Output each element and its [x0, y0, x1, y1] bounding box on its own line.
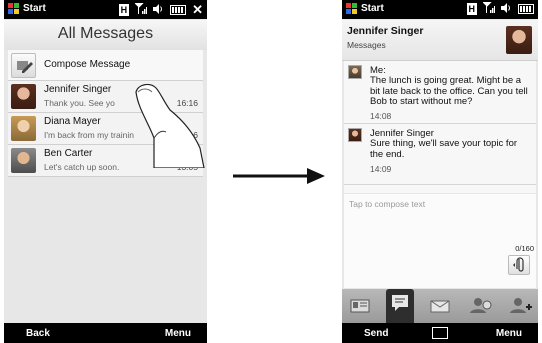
avatar [11, 148, 36, 173]
thread-name: Diana Mayer [44, 116, 101, 127]
transition-arrow-icon [233, 168, 325, 184]
message-bubble-icon [392, 295, 408, 311]
menu-softkey[interactable]: Menu [165, 328, 191, 339]
compose-message-label: Compose Message [44, 59, 131, 70]
close-icon[interactable]: ✕ [192, 2, 203, 18]
battery-icon [518, 4, 534, 14]
signal-icon [481, 1, 495, 16]
contact-header: Jennifer Singer Messages [342, 20, 538, 61]
start-label: Start [361, 3, 384, 14]
paperclip-icon [513, 257, 524, 272]
volume-icon [501, 2, 512, 16]
tab-add-contact[interactable] [506, 293, 534, 319]
start-button[interactable]: Start [346, 3, 384, 14]
tab-contact-card[interactable] [346, 293, 374, 319]
tab-email[interactable] [426, 293, 454, 319]
compose-text-field[interactable]: Tap to compose text 0/160 [344, 194, 536, 288]
hsdpa-icon: H [466, 3, 477, 15]
character-counter: 0/160 [515, 244, 534, 253]
compose-icon [11, 53, 36, 78]
message-item: Jennifer Singer Sure thing, we'll save y… [344, 124, 536, 185]
softkey-bar: Send Menu [342, 323, 538, 343]
message-text: The lunch is going great. Might be a bit… [370, 75, 528, 107]
menu-softkey[interactable]: Menu [496, 328, 522, 339]
thread-name: Jennifer Singer [44, 84, 112, 95]
avatar [11, 116, 36, 141]
compose-message-item[interactable]: Compose Message [8, 50, 203, 81]
hsdpa-icon: H [118, 4, 130, 16]
status-bar: Start H [342, 0, 538, 19]
attachment-button[interactable] [508, 255, 530, 275]
start-label: Start [23, 3, 46, 14]
conversation-screen: Start H Jennifer Singer Messages Me: The… [342, 0, 538, 343]
page-title: All Messages [4, 20, 207, 50]
thread-name: Ben Carter [44, 148, 93, 159]
keyboard-icon[interactable] [432, 327, 448, 339]
tab-contact-info[interactable] [466, 293, 494, 319]
contact-photo[interactable] [506, 26, 532, 54]
back-softkey[interactable]: Back [26, 328, 50, 339]
battery-icon [170, 5, 187, 15]
all-messages-screen: Start H ✕ All Messages Compose Message J… [4, 0, 207, 343]
contact-info-icon [470, 298, 492, 313]
signal-icon [133, 2, 148, 17]
add-contact-icon [510, 298, 532, 313]
contact-name: Jennifer Singer [347, 25, 424, 37]
message-text: Sure thing, we'll save your topic for th… [370, 138, 518, 160]
sender-avatar [348, 128, 362, 142]
compose-placeholder: Tap to compose text [349, 199, 426, 209]
message-thread[interactable]: Me: The lunch is going great. Might be a… [344, 61, 536, 193]
contact-card-icon [350, 299, 370, 313]
contact-subtitle: Messages [347, 40, 386, 50]
tap-gesture-hand-icon [135, 83, 205, 168]
message-time: 14:08 [370, 111, 392, 121]
tab-messages[interactable] [386, 289, 414, 323]
email-icon [430, 300, 450, 313]
message-time: 14:09 [370, 164, 392, 174]
status-bar: Start H ✕ [4, 0, 207, 19]
conversation-tab-bar [342, 289, 538, 323]
sender-avatar [348, 65, 362, 79]
volume-icon [153, 3, 164, 17]
avatar [11, 84, 36, 109]
softkey-bar: Back Menu [4, 323, 207, 343]
send-softkey[interactable]: Send [364, 328, 388, 339]
windows-flag-icon [8, 3, 19, 14]
windows-flag-icon [346, 3, 357, 14]
start-button[interactable]: Start [8, 3, 46, 14]
message-item: Me: The lunch is going great. Might be a… [344, 61, 536, 124]
